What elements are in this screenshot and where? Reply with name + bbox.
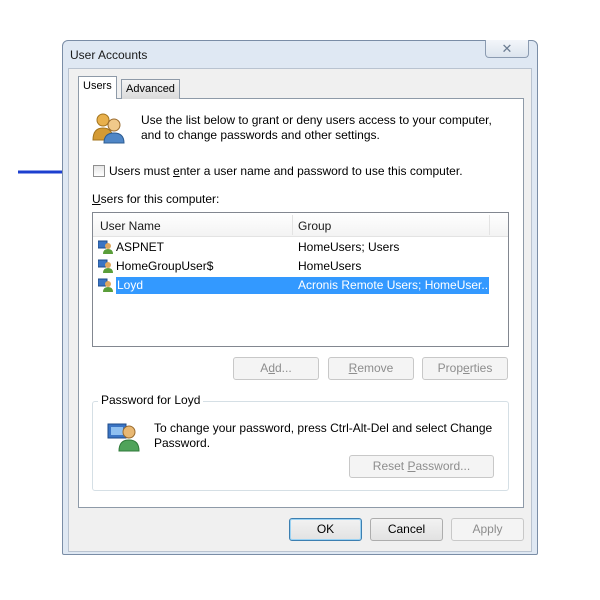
- apply-button[interactable]: Apply: [451, 518, 524, 541]
- user-group-cell[interactable]: Acronis Remote Users; HomeUser...: [298, 277, 491, 293]
- users-list-access-key: U: [92, 192, 101, 206]
- column-header-user-name[interactable]: User Name: [100, 219, 161, 233]
- add-access-key: d: [268, 361, 275, 375]
- user-name-cell[interactable]: HomeGroupUser$: [116, 258, 213, 274]
- user-name-cell[interactable]: Loyd: [117, 277, 143, 293]
- reset-label-start: Reset: [372, 459, 408, 473]
- users-list-label-rest: sers for this computer:: [100, 192, 220, 206]
- reset-label-end: assword...: [415, 459, 471, 473]
- header-divider[interactable]: [489, 215, 490, 235]
- users-list-label: Users for this computer:: [92, 192, 219, 206]
- require-login-label[interactable]: Users must enter a user name and passwor…: [109, 164, 463, 178]
- require-login-label-start: Users must: [109, 164, 174, 178]
- properties-label-start: Prop: [437, 361, 463, 375]
- cancel-button[interactable]: Cancel: [370, 518, 443, 541]
- ok-button[interactable]: OK: [289, 518, 362, 541]
- header-divider[interactable]: [292, 215, 293, 235]
- remove-label-end: emove: [357, 361, 394, 375]
- add-label-end: d...: [275, 361, 292, 375]
- user-group-cell[interactable]: HomeUsers: [298, 258, 361, 274]
- user-account-icon: [98, 259, 113, 273]
- user-account-icon: [98, 278, 113, 292]
- properties-label-end: rties: [469, 361, 493, 375]
- password-group-legend: Password for Loyd: [98, 393, 204, 407]
- user-group-cell[interactable]: HomeUsers; Users: [298, 239, 399, 255]
- add-user-button[interactable]: Add...: [233, 357, 319, 380]
- user-name-cell[interactable]: ASPNET: [116, 239, 164, 255]
- require-login-access-key: e: [173, 164, 180, 178]
- close-button[interactable]: ✕: [485, 40, 529, 58]
- user-account-icon: [98, 240, 113, 254]
- tab-users[interactable]: Users: [78, 76, 117, 99]
- require-login-label-end: nter a user name and password to use thi…: [179, 164, 463, 178]
- column-header-group[interactable]: Group: [298, 219, 331, 233]
- users-group-icon: [92, 113, 125, 144]
- password-instructions: To change your password, press Ctrl-Alt-…: [154, 421, 493, 450]
- properties-button[interactable]: Properties: [422, 357, 508, 380]
- user-password-icon: [107, 423, 140, 452]
- remove-user-button[interactable]: Remove: [328, 357, 414, 380]
- window-title: User Accounts: [70, 48, 148, 62]
- properties-access-key: e: [463, 361, 470, 375]
- remove-access-key: R: [348, 361, 358, 375]
- intro-text: Use the list below to grant or deny user…: [141, 113, 492, 142]
- reset-access-key: P: [407, 459, 416, 473]
- tab-advanced[interactable]: Advanced: [121, 79, 180, 99]
- close-icon[interactable]: ✕: [502, 41, 513, 56]
- reset-password-button[interactable]: Reset Password...: [349, 455, 494, 478]
- require-login-checkbox[interactable]: [93, 165, 105, 177]
